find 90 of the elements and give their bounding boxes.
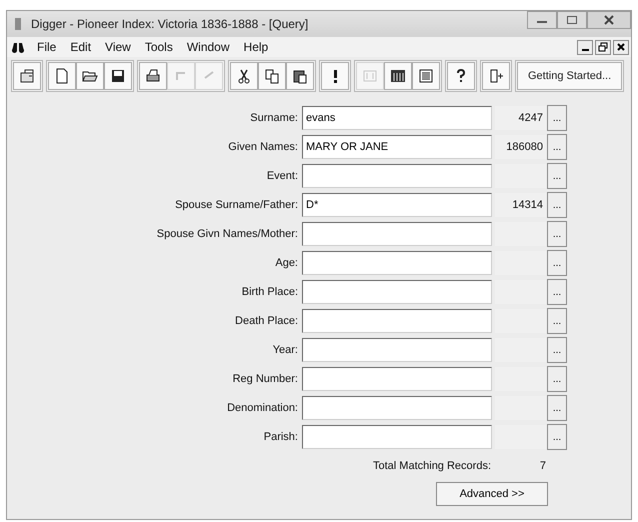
- new-file-button[interactable]: [48, 62, 76, 90]
- text-field[interactable]: [302, 280, 492, 304]
- record-count: [495, 280, 547, 304]
- exclamation-icon: [334, 68, 336, 84]
- text-field[interactable]: [302, 367, 492, 391]
- record-count: [495, 338, 547, 362]
- lookup-button[interactable]: ...: [547, 308, 567, 334]
- text-field[interactable]: [302, 309, 492, 333]
- record-count: [495, 396, 547, 420]
- record-count: [495, 164, 547, 188]
- text-field[interactable]: [302, 164, 492, 188]
- record-count: [495, 367, 547, 391]
- record-count: 4247: [495, 106, 547, 130]
- copy-icon: [264, 68, 280, 84]
- record-count: [495, 222, 547, 246]
- text-field[interactable]: D*: [302, 193, 492, 217]
- paste-button[interactable]: [286, 62, 314, 90]
- lookup-button[interactable]: ...: [547, 134, 567, 160]
- app-icon: [13, 17, 23, 31]
- close-icon: [616, 42, 626, 52]
- folder-button[interactable]: [76, 62, 104, 90]
- window-title: Digger - Pioneer Index: Victoria 1836-1888 - [Query]: [31, 17, 308, 31]
- lookup-button[interactable]: ...: [547, 395, 567, 421]
- paste-icon: [292, 68, 308, 84]
- menu-item[interactable]: Help: [238, 39, 274, 55]
- field-label: Death Place:: [234, 315, 299, 327]
- menu-item[interactable]: Edit: [64, 39, 98, 55]
- field-label: Age:: [274, 257, 299, 269]
- lookup-button[interactable]: ...: [547, 424, 567, 450]
- text-field[interactable]: [302, 396, 492, 420]
- minimize-button[interactable]: [577, 40, 593, 54]
- record-count: 186080: [495, 135, 547, 159]
- total-label: Total Matching Records:: [372, 460, 492, 472]
- field-label: Event:: [266, 170, 299, 182]
- lookup-button[interactable]: ...: [547, 366, 567, 392]
- total-count: 7: [538, 460, 547, 472]
- query-icon: [19, 68, 35, 84]
- text-field[interactable]: [302, 222, 492, 246]
- field-label: Spouse Givn Names/Mother:: [156, 228, 299, 240]
- close-button[interactable]: [587, 11, 631, 29]
- record-count: [495, 251, 547, 275]
- record-count: [495, 425, 547, 449]
- field-label: Parish:: [262, 431, 299, 443]
- field-label: Denomination:: [226, 402, 299, 414]
- exit-icon: [488, 68, 504, 84]
- menu-item[interactable]: Window: [180, 39, 236, 55]
- save-icon: [110, 68, 126, 84]
- field-label: Surname:: [249, 112, 299, 124]
- lookup-button[interactable]: ...: [547, 105, 567, 131]
- lookup-button[interactable]: ...: [547, 163, 567, 189]
- printer-button[interactable]: [139, 62, 167, 90]
- new-file-icon: [54, 68, 70, 84]
- lookup-button[interactable]: ...: [547, 337, 567, 363]
- copy-button[interactable]: [258, 62, 286, 90]
- text-field[interactable]: [302, 425, 492, 449]
- save-button[interactable]: [104, 62, 132, 90]
- text-field[interactable]: evans: [302, 106, 492, 130]
- lookup-button[interactable]: ...: [547, 279, 567, 305]
- getting-started-button[interactable]: Getting Started...: [517, 62, 622, 90]
- maximize-icon: [566, 15, 578, 25]
- scissors-icon: [236, 68, 252, 84]
- field-label: Year:: [272, 344, 299, 356]
- list-icon: [418, 68, 434, 84]
- field-label: Birth Place:: [240, 286, 299, 298]
- form-icon: [362, 68, 378, 84]
- printer-icon: [145, 68, 161, 84]
- record-count: [495, 309, 547, 333]
- table-icon: [390, 68, 406, 84]
- field-label: Reg Number:: [232, 373, 299, 385]
- scissors-button[interactable]: [230, 62, 258, 90]
- text-field[interactable]: [302, 338, 492, 362]
- lookup-button[interactable]: ...: [547, 221, 567, 247]
- text-field[interactable]: MARY OR JANE: [302, 135, 492, 159]
- field-label: Given Names:: [227, 141, 299, 153]
- menu-item[interactable]: Tools: [138, 39, 179, 55]
- restore-button[interactable]: [595, 40, 611, 54]
- text-field[interactable]: [302, 251, 492, 275]
- binoculars-icon: [11, 42, 25, 52]
- maximize-button[interactable]: [557, 11, 587, 29]
- close-button[interactable]: [613, 40, 629, 54]
- lookup-button[interactable]: ...: [547, 250, 567, 276]
- lookup-button[interactable]: ...: [547, 192, 567, 218]
- advanced-button[interactable]: Advanced >>: [436, 482, 548, 506]
- close-icon: [603, 15, 615, 25]
- menu-item[interactable]: File: [31, 39, 62, 55]
- field-label: Spouse Surname/Father:: [174, 199, 299, 211]
- menu-item[interactable]: View: [99, 39, 137, 55]
- minimize-icon: [582, 49, 588, 51]
- record-count: 14314: [495, 193, 547, 217]
- restore-icon: [598, 42, 608, 52]
